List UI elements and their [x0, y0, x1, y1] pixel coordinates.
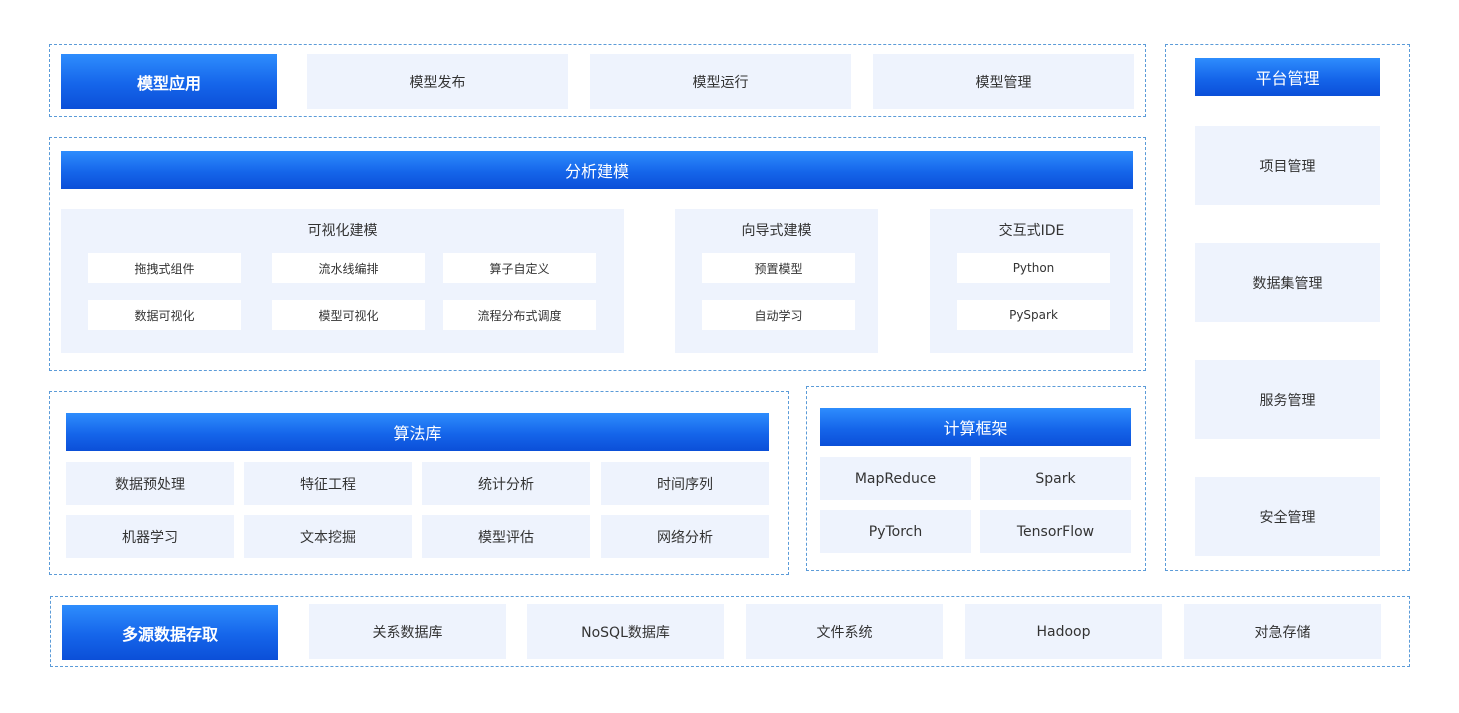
- model-publish-tile[interactable]: 模型发布: [307, 54, 568, 109]
- spark-tile[interactable]: Spark: [980, 457, 1131, 500]
- mapreduce-tile[interactable]: MapReduce: [820, 457, 971, 500]
- pyspark-chip[interactable]: PySpark: [957, 300, 1110, 330]
- nosql-database-tile[interactable]: NoSQL数据库: [527, 604, 724, 659]
- network-analysis-tile[interactable]: 网络分析: [601, 515, 769, 558]
- data-visualization-chip[interactable]: 数据可视化: [88, 300, 241, 330]
- hadoop-tile[interactable]: Hadoop: [965, 604, 1162, 659]
- model-run-tile[interactable]: 模型运行: [590, 54, 851, 109]
- model-visualization-chip[interactable]: 模型可视化: [272, 300, 425, 330]
- guided-modeling-title: 向导式建模: [741, 223, 812, 239]
- statistical-analysis-tile[interactable]: 统计分析: [422, 462, 590, 505]
- preset-model-chip[interactable]: 预置模型: [702, 253, 855, 283]
- security-management-tile[interactable]: 安全管理: [1195, 477, 1380, 556]
- custom-operator-chip[interactable]: 算子自定义: [443, 253, 596, 283]
- tensorflow-tile[interactable]: TensorFlow: [980, 510, 1131, 553]
- file-system-tile[interactable]: 文件系统: [746, 604, 943, 659]
- auto-learning-chip[interactable]: 自动学习: [702, 300, 855, 330]
- service-management-tile[interactable]: 服务管理: [1195, 360, 1380, 439]
- platform-management-title: 平台管理: [1195, 58, 1380, 96]
- data-preprocessing-tile[interactable]: 数据预处理: [66, 462, 234, 505]
- interactive-ide-title: 交互式IDE: [998, 223, 1065, 239]
- machine-learning-tile[interactable]: 机器学习: [66, 515, 234, 558]
- relational-database-tile[interactable]: 关系数据库: [309, 604, 506, 659]
- compute-framework-title: 计算框架: [820, 408, 1131, 446]
- visual-modeling-title: 可视化建模: [307, 223, 378, 239]
- dataset-management-tile[interactable]: 数据集管理: [1195, 243, 1380, 322]
- model-manage-tile[interactable]: 模型管理: [873, 54, 1134, 109]
- object-storage-tile[interactable]: 对急存储: [1184, 604, 1381, 659]
- pipeline-orchestration-chip[interactable]: 流水线编排: [272, 253, 425, 283]
- drag-component-chip[interactable]: 拖拽式组件: [88, 253, 241, 283]
- text-mining-tile[interactable]: 文本挖掘: [244, 515, 412, 558]
- feature-engineering-tile[interactable]: 特征工程: [244, 462, 412, 505]
- project-management-tile[interactable]: 项目管理: [1195, 126, 1380, 205]
- model-evaluation-tile[interactable]: 模型评估: [422, 515, 590, 558]
- multi-source-storage-title: 多源数据存取: [62, 605, 278, 660]
- model-application-title: 模型应用: [61, 54, 277, 109]
- time-series-tile[interactable]: 时间序列: [601, 462, 769, 505]
- analysis-modeling-title: 分析建模: [61, 151, 1133, 189]
- python-chip[interactable]: Python: [957, 253, 1110, 283]
- pytorch-tile[interactable]: PyTorch: [820, 510, 971, 553]
- distributed-scheduling-chip[interactable]: 流程分布式调度: [443, 300, 596, 330]
- algorithm-library-title: 算法库: [66, 413, 769, 451]
